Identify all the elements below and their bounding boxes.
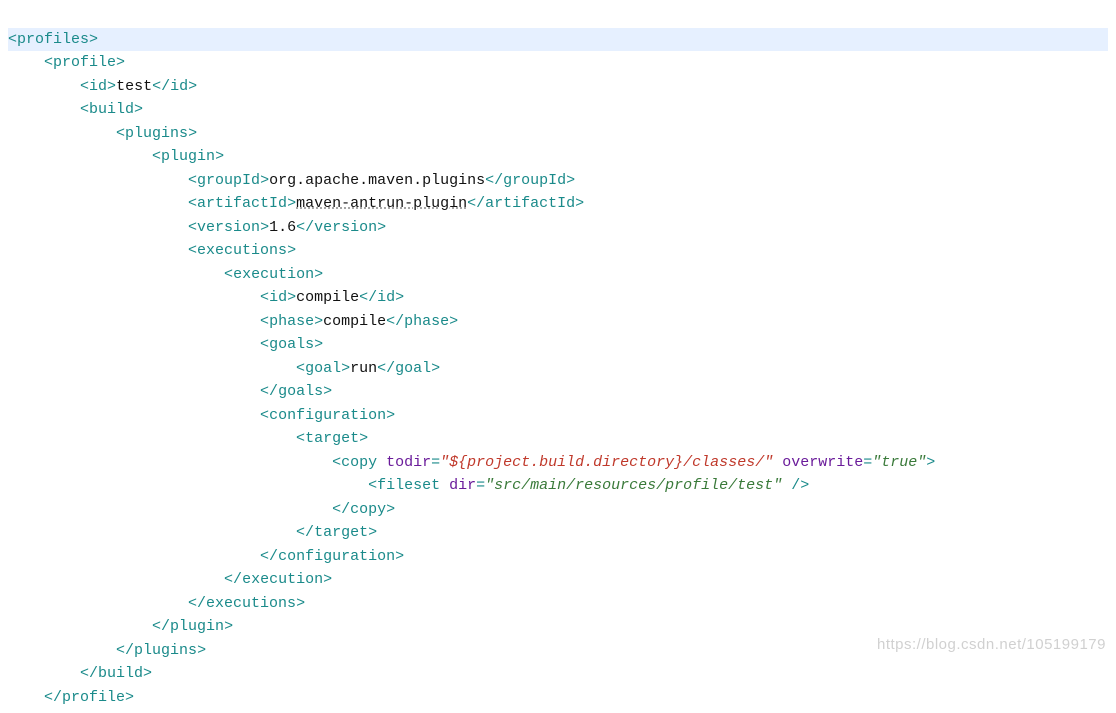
code-line: <executions> [8, 242, 296, 259]
code-line: </configuration> [8, 548, 404, 565]
code-line: </copy> [8, 501, 395, 518]
code-line: </execution> [8, 571, 332, 588]
code-line: <plugins> [8, 125, 197, 142]
code-line: <copy todir="${project.build.directory}/… [8, 454, 935, 471]
code-line: <configuration> [8, 407, 395, 424]
watermark-text: https://blog.csdn.net/105199179 [877, 633, 1106, 657]
code-line: <plugin> [8, 148, 224, 165]
code-line: <goal>run</goal> [8, 360, 440, 377]
code-line: <version>1.6</version> [8, 219, 386, 236]
code-line: <groupId>org.apache.maven.plugins</group… [8, 172, 575, 189]
code-line: </target> [8, 524, 377, 541]
xml-code-block: <profiles> <profile> <id>test</id> <buil… [0, 0, 1116, 713]
code-line: <id>test</id> [8, 78, 197, 95]
code-line: <fileset dir="src/main/resources/profile… [8, 477, 809, 494]
code-line: <execution> [8, 266, 323, 283]
code-line: <profile> [8, 54, 125, 71]
code-line: </build> [8, 665, 152, 682]
code-line: <phase>compile</phase> [8, 313, 458, 330]
code-line: <artifactId>maven-antrun-plugin</artifac… [8, 195, 584, 212]
code-line: </plugin> [8, 618, 233, 635]
code-line: <build> [8, 101, 143, 118]
code-line: <goals> [8, 336, 323, 353]
code-line: </goals> [8, 383, 332, 400]
code-line: <target> [8, 430, 368, 447]
code-line: <profiles> [8, 28, 1108, 52]
code-line: </profile> [8, 689, 134, 706]
code-line: </plugins> [8, 642, 206, 659]
code-line: <id>compile</id> [8, 289, 404, 306]
code-line: </executions> [8, 595, 305, 612]
